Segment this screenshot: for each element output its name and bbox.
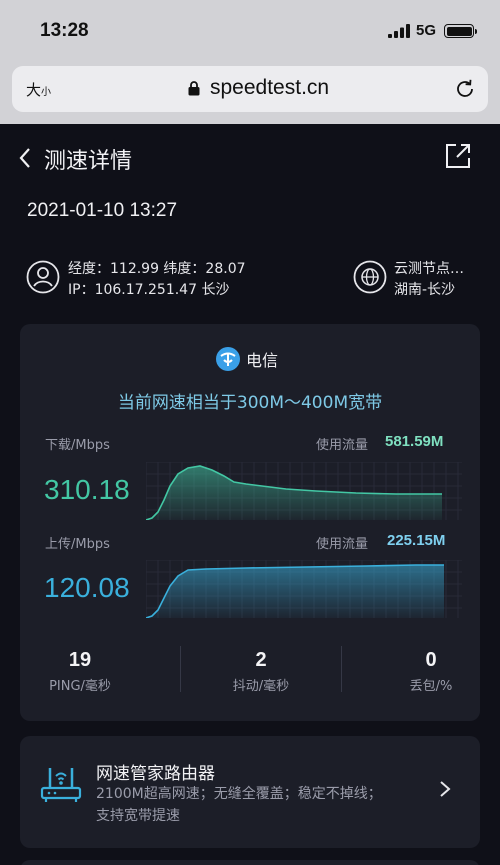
download-usage-value: 581.59M bbox=[385, 433, 444, 450]
ad-title: 网速管家路由器 bbox=[96, 764, 215, 784]
battery-icon bbox=[444, 24, 477, 38]
location-coordinates: 经度：112.99 纬度：28.07 bbox=[68, 261, 246, 277]
download-label: 下载/Mbps bbox=[45, 438, 110, 453]
packet-loss-label: 丢包/% bbox=[409, 679, 453, 694]
bandwidth-equivalent: 当前网速相当于300M～400M宽带 bbox=[117, 393, 383, 413]
user-icon bbox=[26, 260, 60, 294]
signal-icon bbox=[388, 24, 410, 38]
download-speed-value: 310.18 bbox=[44, 474, 130, 505]
jitter-label: 抖动/毫秒 bbox=[232, 679, 290, 694]
upload-usage-label: 使用流量 bbox=[316, 537, 369, 552]
jitter-value: 2 bbox=[255, 649, 267, 671]
url-bar[interactable]: 大小 speedtest.cn bbox=[12, 66, 488, 112]
ping-value: 19 bbox=[68, 649, 92, 671]
upload-label: 上传/Mbps bbox=[45, 537, 110, 552]
status-bar: 13:28 5G bbox=[0, 0, 500, 62]
upload-speed-value: 120.08 bbox=[44, 572, 130, 603]
chevron-left-icon[interactable] bbox=[16, 146, 36, 170]
status-time: 13:28 bbox=[40, 20, 89, 41]
speed-area bbox=[146, 565, 444, 618]
network-type: 5G bbox=[416, 22, 437, 39]
ad-description-line2: 支持宽带提速 bbox=[96, 808, 180, 824]
url-text[interactable]: speedtest.cn bbox=[210, 76, 329, 100]
upload-usage-value: 225.15M bbox=[387, 532, 446, 549]
packet-loss-value: 0 bbox=[425, 649, 437, 671]
test-datetime: 2021-01-10 13:27 bbox=[27, 200, 178, 221]
reload-icon[interactable] bbox=[454, 78, 476, 100]
text-size-small: 小 bbox=[41, 87, 52, 98]
chevron-right-icon[interactable] bbox=[438, 780, 452, 798]
location-ip: IP：106.17.251.47 长沙 bbox=[68, 282, 230, 298]
text-size-button[interactable]: 大小 bbox=[26, 79, 51, 100]
text-size-big: 大 bbox=[26, 81, 42, 99]
china-telecom-icon bbox=[216, 347, 240, 371]
globe-icon bbox=[353, 260, 387, 294]
stat-divider bbox=[180, 646, 181, 692]
download-usage-label: 使用流量 bbox=[316, 438, 369, 453]
router-icon bbox=[40, 768, 82, 802]
ping-label: PING/毫秒 bbox=[49, 679, 111, 694]
next-card-peek bbox=[20, 860, 480, 865]
download-speed-chart bbox=[146, 462, 462, 520]
ad-description-line1: 2100M超高网速；无缝全覆盖；稳定不掉线； bbox=[96, 786, 382, 802]
page-title: 测速详情 bbox=[44, 149, 133, 174]
share-icon[interactable] bbox=[444, 142, 472, 170]
lock-icon bbox=[188, 81, 200, 96]
upload-speed-chart bbox=[146, 560, 462, 618]
isp-name: 电信 bbox=[246, 351, 279, 370]
browser-chrome: 13:28 5G 大小 speedtest.cn bbox=[0, 0, 500, 124]
test-node-name[interactable]: 云测节点… bbox=[394, 258, 464, 278]
stat-divider bbox=[341, 646, 342, 692]
test-node-region: 湖南-长沙 bbox=[394, 282, 456, 298]
